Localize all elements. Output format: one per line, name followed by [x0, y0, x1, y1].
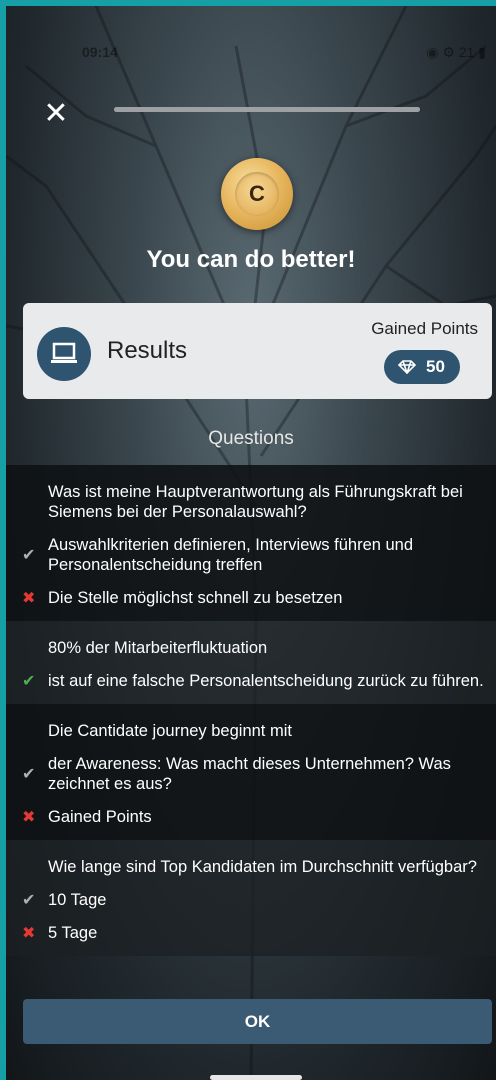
question-list[interactable]: Was ist meine Hauptverantwortung als Füh… [6, 465, 496, 976]
question-text: 80% der Mitarbeiterfluktuation [48, 639, 268, 657]
quiz-progress-bar [114, 107, 420, 112]
answer-text: Gained Points [48, 808, 152, 826]
result-headline: You can do better! [146, 246, 356, 273]
answer-text: Auswahlkriterien definieren, Interviews … [48, 536, 414, 574]
question-text: Wie lange sind Top Kandidaten im Durchsc… [48, 858, 477, 876]
grade-badge: C [221, 158, 293, 230]
question-text: Was ist meine Hauptverantwortung als Füh… [48, 483, 463, 521]
answer-row: ✔ Auswahlkriterien definieren, Interviews… [6, 522, 496, 575]
check-icon: ✔ [22, 547, 36, 564]
answer-row: ✔ ist auf eine falsche Personalentscheidu… [6, 658, 496, 691]
close-button[interactable]: ✕ [40, 98, 72, 130]
cross-icon: ✖ [22, 590, 36, 607]
screen: 09:14 ◉ ⚙ 21 ▮ ✕ C You can do better! Re… [6, 6, 496, 1080]
diamond-icon [398, 360, 416, 374]
status-bar: 09:14 ◉ ⚙ 21 ▮ [6, 40, 496, 64]
status-icons: ◉ ⚙ 21 ▮ [426, 44, 486, 60]
navigation-handle[interactable] [210, 1075, 302, 1080]
ok-button[interactable]: OK [23, 999, 492, 1044]
answer-text: Die Stelle möglichst schnell zu besetzen [48, 589, 343, 607]
laptop-icon [37, 327, 91, 381]
answer-text: ist auf eine falsche Personalentscheidun… [48, 672, 484, 690]
question-item: Was ist meine Hauptverantwortung als Füh… [6, 465, 496, 621]
close-icon: ✕ [43, 97, 69, 130]
answer-row: ✔ der Awareness: Was macht dieses Unterne… [6, 741, 496, 794]
cross-icon: ✖ [22, 809, 36, 826]
answer-text: 5 Tage [48, 924, 98, 942]
question-item: Die Cantidate journey beginnt mit ✔ der Aw… [6, 704, 496, 840]
question-text: Die Cantidate journey beginnt mit [48, 722, 292, 740]
cross-icon: ✖ [22, 925, 36, 942]
answer-row: ✖ Gained Points [6, 794, 496, 827]
quiz-progress-fill [114, 107, 420, 112]
answer-text: der Awareness: Was macht dieses Unterneh… [48, 755, 451, 793]
questions-heading: Questions [208, 428, 294, 449]
check-icon: ✔ [22, 892, 36, 909]
gained-points-label: Gained Points [371, 319, 478, 338]
answer-text: 10 Tage [48, 891, 107, 909]
question-item: 80% der Mitarbeiterfluktuation ✔ ist auf e… [6, 621, 496, 704]
answer-row: ✔ 10 Tage [6, 877, 496, 910]
results-card: Results Gained Points 50 [23, 303, 492, 399]
answer-row: ✖ 5 Tage [6, 910, 496, 943]
status-time: 09:14 [82, 44, 118, 60]
question-item: Wie lange sind Top Kandidaten im Durchsc… [6, 840, 496, 956]
points-value: 50 [426, 357, 445, 376]
check-icon: ✔ [22, 766, 36, 783]
points-badge: 50 [384, 350, 460, 384]
grade-letter: C [235, 172, 279, 216]
answer-row: ✖ Die Stelle möglichst schnell zu besetze… [6, 575, 496, 608]
results-title: Results [107, 337, 188, 364]
check-icon: ✔ [22, 673, 36, 690]
